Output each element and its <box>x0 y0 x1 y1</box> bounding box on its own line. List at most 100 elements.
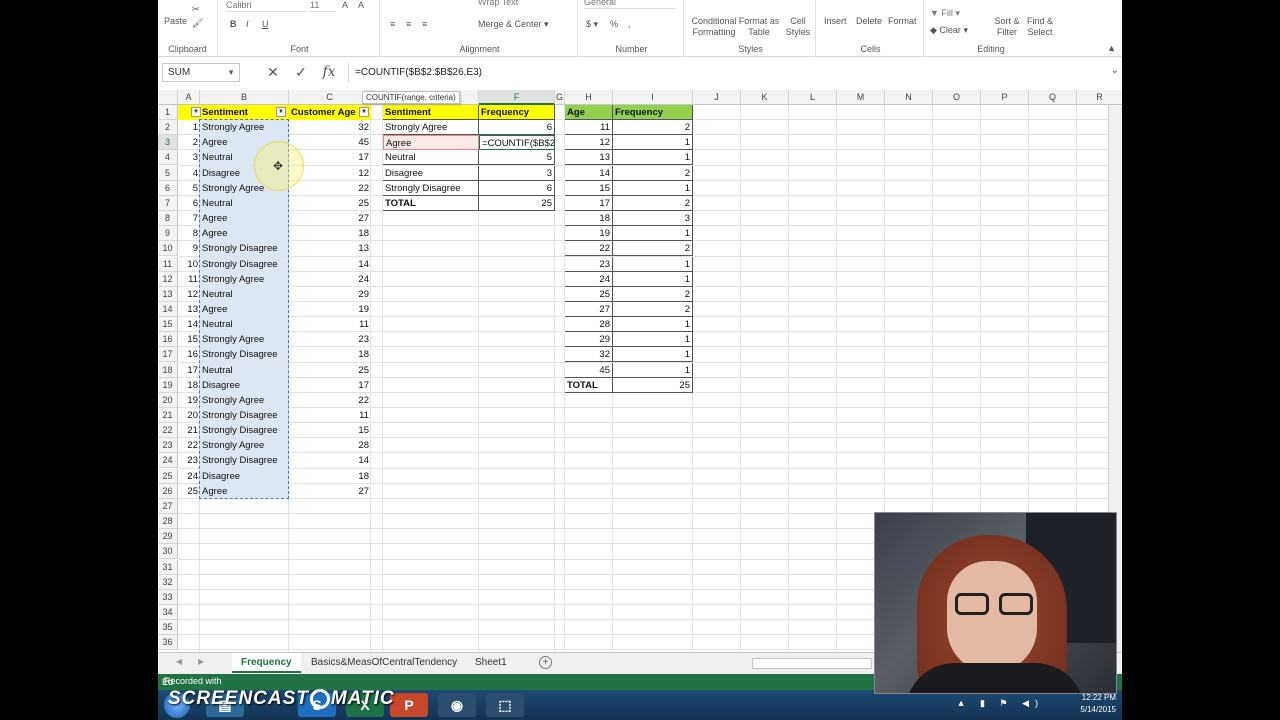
row-header-25[interactable]: 25 <box>158 468 178 484</box>
table1-age-cell[interactable]: 19 <box>289 302 371 317</box>
currency-icon[interactable]: $ ▾ <box>586 19 598 30</box>
row-header-7[interactable]: 7 <box>158 195 178 211</box>
align-center-icon[interactable]: ≡ <box>406 19 411 30</box>
table1-sentiment-cell[interactable]: Strongly Disagree <box>200 241 289 257</box>
clear-button[interactable]: ◆ Clear ▾ <box>930 25 968 36</box>
align-left-icon[interactable]: ≡ <box>390 19 395 30</box>
table1-sentiment-cell[interactable]: Strongly Disagree <box>200 423 289 439</box>
table3-frequency-cell[interactable]: 1 <box>613 150 693 166</box>
table1-id-cell[interactable]: 23 <box>178 453 200 468</box>
table3-age-cell[interactable]: 32 <box>565 347 613 363</box>
font-size-select[interactable]: 11 <box>310 0 336 12</box>
row-header-35[interactable]: 35 <box>158 620 178 636</box>
clock[interactable]: 12:22 PM 5/14/2015 <box>1080 692 1116 716</box>
select-all-corner[interactable] <box>158 90 178 105</box>
row-header-17[interactable]: 17 <box>158 347 178 363</box>
column-header-p[interactable]: P <box>981 90 1029 105</box>
table1-id-cell[interactable]: 5 <box>178 181 200 196</box>
next-sheet-icon[interactable]: ▶ <box>198 657 204 666</box>
column-header-k[interactable]: K <box>741 90 789 105</box>
italic-button[interactable]: I <box>246 19 249 30</box>
table2-frequency-cell[interactable]: 3 <box>479 165 555 181</box>
table3-age-cell[interactable]: 23 <box>565 256 613 272</box>
table2-frequency-cell[interactable]: 25 <box>479 195 555 211</box>
table1-age-cell[interactable]: 11 <box>289 317 371 332</box>
table2-sentiment-cell[interactable]: TOTAL <box>383 195 479 211</box>
table1-sentiment-cell[interactable]: Strongly Agree <box>200 438 289 454</box>
table1-id-cell[interactable]: 13 <box>178 302 200 317</box>
header-frequency-2[interactable]: Frequency <box>613 105 693 120</box>
table1-id-cell[interactable]: 4 <box>178 166 200 181</box>
shrink-font-icon[interactable]: A <box>358 0 364 11</box>
column-header-g[interactable]: G <box>555 90 565 105</box>
cell-styles-button[interactable]: Cell Styles <box>782 16 814 38</box>
row-header-33[interactable]: 33 <box>158 589 178 605</box>
table2-frequency-cell[interactable]: 6 <box>479 120 555 136</box>
row-header-10[interactable]: 10 <box>158 241 178 257</box>
table1-id-cell[interactable]: 15 <box>178 332 200 347</box>
table1-sentiment-cell[interactable]: Strongly Agree <box>200 392 289 408</box>
percent-icon[interactable]: % <box>610 19 618 30</box>
table3-age-cell[interactable]: 29 <box>565 332 613 348</box>
header-age[interactable]: Age <box>565 105 613 120</box>
table1-sentiment-cell[interactable]: Neutral <box>200 195 289 211</box>
table3-frequency-cell[interactable]: 1 <box>613 135 693 151</box>
table1-id-cell[interactable]: 14 <box>178 317 200 332</box>
powerpoint-icon[interactable]: P <box>390 693 428 717</box>
table3-age-cell[interactable]: 22 <box>565 241 613 257</box>
row-header-27[interactable]: 27 <box>158 498 178 514</box>
row-header-20[interactable]: 20 <box>158 392 178 408</box>
formula-input[interactable]: =COUNTIF($B$2:$B$26,E3) <box>348 63 1106 82</box>
row-header-11[interactable]: 11 <box>158 256 178 272</box>
enter-icon[interactable]: ✓ <box>290 63 312 81</box>
table1-id-cell[interactable]: 17 <box>178 363 200 378</box>
table3-age-cell[interactable]: 11 <box>565 120 613 136</box>
table1-sentiment-cell[interactable]: Strongly Agree <box>200 332 289 348</box>
row-header-9[interactable]: 9 <box>158 226 178 242</box>
table1-age-cell[interactable]: 14 <box>289 257 371 272</box>
row-header-8[interactable]: 8 <box>158 211 178 227</box>
table3-frequency-cell[interactable]: 1 <box>613 226 693 242</box>
table1-age-cell[interactable]: 24 <box>289 272 371 287</box>
table1-id-cell[interactable]: 10 <box>178 257 200 272</box>
table3-age-cell[interactable]: 15 <box>565 180 613 196</box>
cut-icon[interactable]: ✂ <box>192 4 200 15</box>
row-header-2[interactable]: 2 <box>158 120 178 136</box>
table3-frequency-cell[interactable]: 1 <box>613 347 693 363</box>
table1-id-cell[interactable]: 3 <box>178 150 200 165</box>
column-header-r[interactable]: R <box>1077 90 1122 105</box>
paste-button[interactable]: Paste <box>164 16 187 27</box>
column-header-m[interactable]: M <box>837 90 885 105</box>
table1-sentiment-cell[interactable]: Strongly Disagree <box>200 453 289 469</box>
table1-id-cell[interactable]: 8 <box>178 226 200 241</box>
row-header-3[interactable]: 3 <box>158 135 178 151</box>
column-header-b[interactable]: B <box>200 90 289 105</box>
table1-id-cell[interactable]: 16 <box>178 347 200 362</box>
collapse-ribbon-icon[interactable]: ▲ <box>1107 43 1116 53</box>
row-header-15[interactable]: 15 <box>158 317 178 333</box>
table1-sentiment-cell[interactable]: Neutral <box>200 286 289 302</box>
table1-age-cell[interactable]: 25 <box>289 196 371 211</box>
table1-id-cell[interactable]: 22 <box>178 438 200 453</box>
table1-id-cell[interactable]: 2 <box>178 135 200 150</box>
table1-age-cell[interactable]: 15 <box>289 423 371 438</box>
table3-age-cell[interactable]: 17 <box>565 195 613 211</box>
table1-age-cell[interactable]: 28 <box>289 438 371 453</box>
sort-filter-button[interactable]: Sort & Filter <box>992 16 1022 38</box>
conditional-formatting-button[interactable]: Conditional Formatting <box>690 16 738 38</box>
row-header-18[interactable]: 18 <box>158 362 178 378</box>
horizontal-scrollbar[interactable] <box>752 658 872 669</box>
table1-sentiment-cell[interactable]: Strongly Disagree <box>200 256 289 272</box>
row-header-31[interactable]: 31 <box>158 559 178 575</box>
delete-button[interactable]: Delete <box>856 16 882 27</box>
table1-age-cell[interactable]: 18 <box>289 226 371 241</box>
table1-id-cell[interactable]: 18 <box>178 378 200 393</box>
row-header-23[interactable]: 23 <box>158 438 178 454</box>
table1-age-cell[interactable]: 13 <box>289 241 371 256</box>
tab-basics[interactable]: Basics&MeasOfCentralTendency <box>302 653 466 673</box>
find-select-button[interactable]: Find & Select <box>1024 16 1056 38</box>
table1-sentiment-cell[interactable]: Agree <box>200 211 289 227</box>
table1-id-cell[interactable]: 7 <box>178 211 200 226</box>
row-header-28[interactable]: 28 <box>158 514 178 530</box>
table1-sentiment-cell[interactable]: Strongly Disagree <box>200 347 289 363</box>
